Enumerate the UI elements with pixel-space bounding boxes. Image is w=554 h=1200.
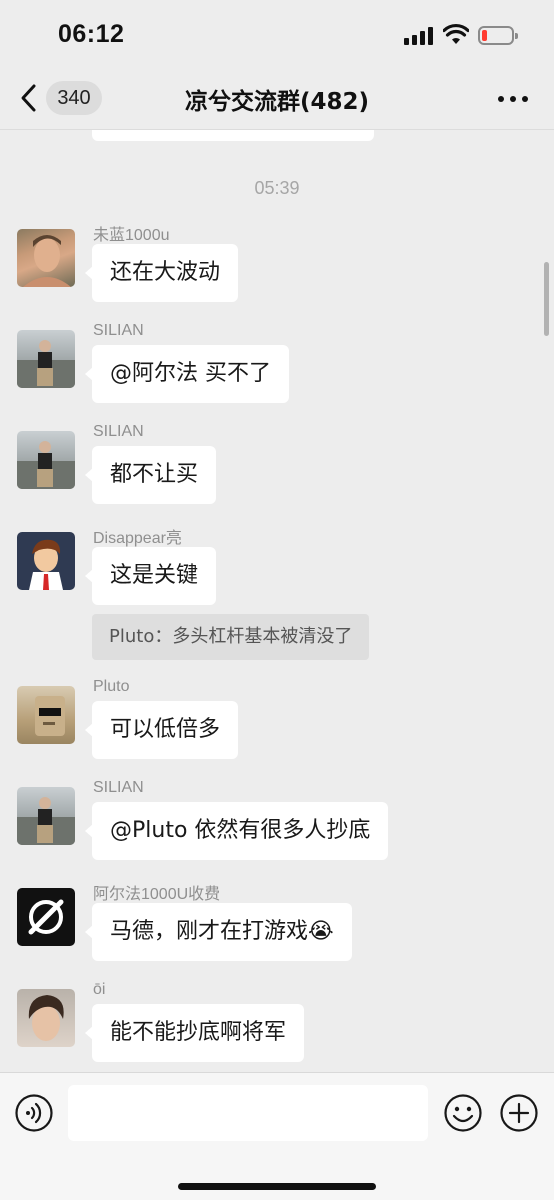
- avatar[interactable]: [17, 431, 75, 489]
- sender-name: 阿尔法1000U收费: [93, 886, 221, 903]
- sender-name: 未蓝1000u: [93, 227, 170, 244]
- chevron-left-icon: [21, 84, 36, 112]
- avatar[interactable]: [17, 989, 75, 1047]
- more-dots-icon[interactable]: [498, 86, 530, 110]
- sender-name: SILIAN: [93, 779, 144, 796]
- battery-low-icon: [478, 26, 518, 45]
- plus-circle-icon[interactable]: [499, 1093, 539, 1133]
- avatar[interactable]: [17, 787, 75, 845]
- cellular-signal-icon: [404, 27, 434, 45]
- nav-bar: 340 凉兮交流群(482): [0, 70, 554, 128]
- avatar[interactable]: [17, 686, 75, 744]
- message-bubble[interactable]: 可以低倍多: [84, 701, 239, 759]
- message-bubble[interactable]: 马德，刚才在打游戏😭: [85, 903, 352, 961]
- chat-message: Pluto 可以低倍多: [0, 678, 554, 776]
- quoted-message[interactable]: Pluto：多头杠杆基本被清没了: [92, 614, 370, 660]
- sender-name: SILIAN: [93, 322, 144, 339]
- input-bar: [0, 1072, 554, 1200]
- chat-message: SILIAN @阿尔法 买不了: [0, 322, 554, 420]
- chat-title: 凉兮交流群(482): [184, 89, 370, 115]
- unread-count-badge: 340: [46, 81, 102, 115]
- chat-timestamp: 05:39: [254, 178, 300, 198]
- sender-name: Disappear亮: [93, 530, 182, 547]
- status-bar: 06:12: [0, 0, 554, 70]
- message-input[interactable]: [68, 1085, 428, 1141]
- voice-icon[interactable]: [14, 1093, 54, 1133]
- sender-name: Pluto: [93, 678, 130, 695]
- chat-message: Disappear亮 这是关键: [0, 530, 554, 622]
- message-bubble[interactable]: 都不让买: [84, 446, 217, 504]
- chat-message: SILIAN @Pluto 依然有很多人抄底: [0, 779, 554, 877]
- avatar[interactable]: [17, 888, 75, 946]
- message-bubble[interactable]: @Pluto 依然有很多人抄底: [84, 802, 389, 860]
- home-indicator[interactable]: [178, 1183, 376, 1190]
- avatar[interactable]: [17, 532, 75, 590]
- sender-name: SILIAN: [93, 423, 144, 440]
- chat-message: 阿尔法1000U收费 马德，刚才在打游戏😭: [0, 886, 554, 978]
- message-bubble[interactable]: @阿尔法 买不了: [85, 345, 289, 403]
- chat-message: ōi 能不能抄底啊将军: [0, 981, 554, 1072]
- avatar[interactable]: [17, 330, 75, 388]
- back-button[interactable]: 340: [18, 78, 108, 118]
- status-time: 06:12: [58, 20, 125, 48]
- chat-message: SILIAN 都不让买: [0, 423, 554, 521]
- message-bubble[interactable]: 还在大波动: [84, 244, 239, 302]
- avatar[interactable]: [17, 229, 75, 287]
- emoji-icon[interactable]: [443, 1093, 483, 1133]
- wifi-icon: [443, 23, 469, 44]
- chat-message-list[interactable]: 05:39 未蓝1000u 还在大波动 SILIAN @阿尔法 买不了 SILI…: [0, 129, 554, 1072]
- message-bubble[interactable]: 能不能抄底啊将军: [84, 1004, 305, 1062]
- previous-message-bubble: [92, 130, 374, 141]
- sender-name: ōi: [93, 981, 106, 998]
- message-bubble[interactable]: 这是关键: [84, 547, 217, 605]
- chat-message: 未蓝1000u 还在大波动: [0, 227, 554, 319]
